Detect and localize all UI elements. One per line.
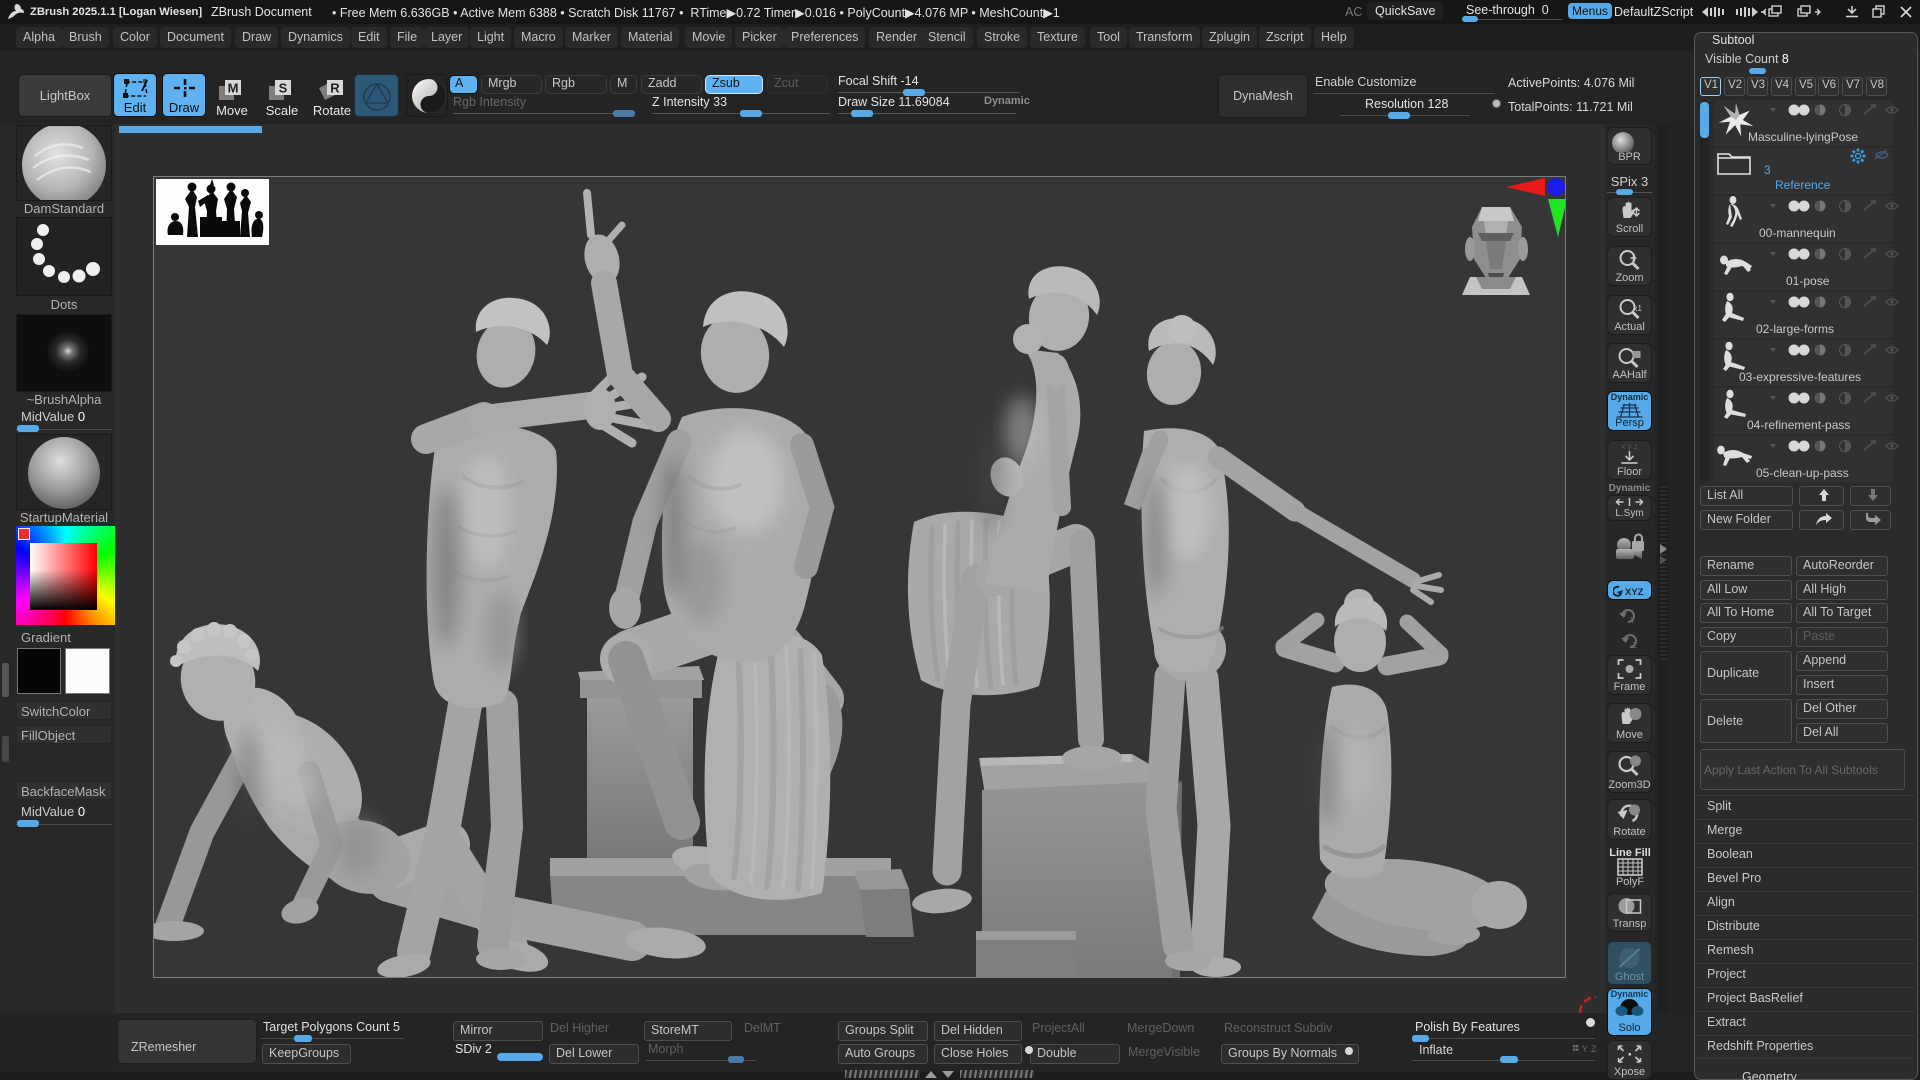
svg-text:Y: Y xyxy=(1582,1044,1588,1053)
svg-text:x1: x1 xyxy=(1634,304,1643,313)
svg-text:S: S xyxy=(279,81,288,96)
svg-text:XYZ: XYZ xyxy=(1625,587,1644,598)
svg-text:R: R xyxy=(330,81,340,96)
svg-text:Z: Z xyxy=(1632,641,1637,650)
svg-text:M: M xyxy=(228,81,239,96)
svg-text:Z: Z xyxy=(1591,1044,1597,1053)
svg-text:Y: Y xyxy=(1630,616,1636,625)
